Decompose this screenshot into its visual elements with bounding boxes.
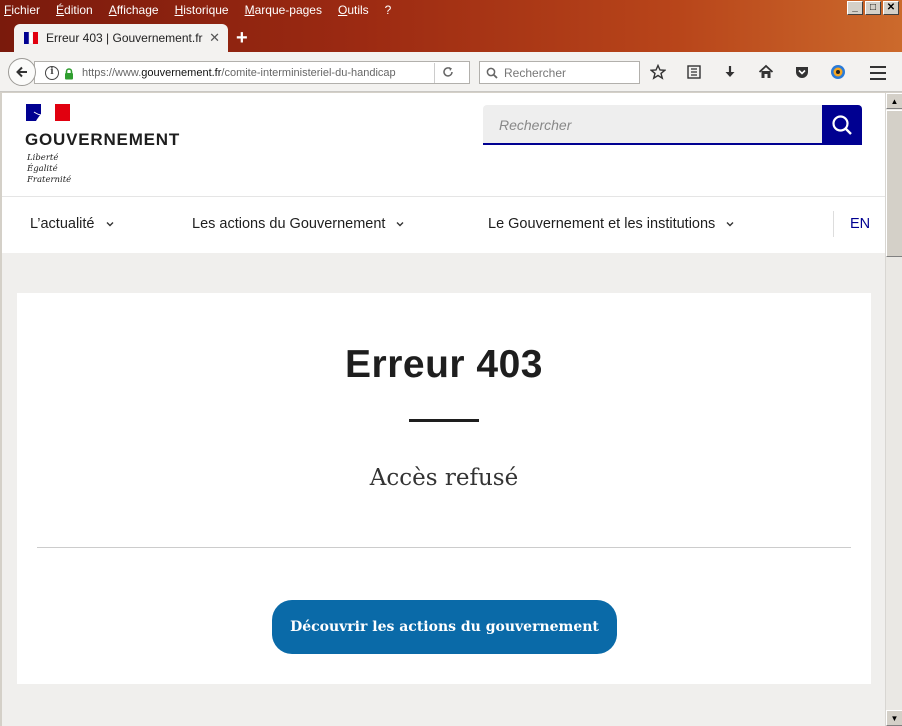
lock-icon	[64, 67, 74, 79]
menu-aide[interactable]: ?	[385, 2, 392, 18]
site-search-button[interactable]	[822, 105, 862, 145]
reload-icon[interactable]	[435, 65, 461, 81]
home-icon[interactable]	[758, 64, 774, 80]
scroll-down-icon[interactable]: ▼	[886, 710, 902, 726]
browser-search-bar[interactable]: Rechercher	[479, 61, 640, 84]
menu-marque-pages[interactable]: Marque-pages	[245, 2, 322, 18]
navigation-toolbar: i https://www.gouvernement.fr/comite-int…	[0, 52, 902, 92]
menu-fichier[interactable]: Fichier	[4, 2, 40, 18]
motto-liberte: Liberté	[27, 153, 59, 163]
browser-tab[interactable]: Erreur 403 | Gouvernement.fr ✕	[14, 24, 228, 52]
menu-historique[interactable]: Historique	[175, 2, 229, 18]
site-nav: L’actualité Les actions du Gouvernement …	[2, 196, 885, 253]
close-window-button[interactable]: ✕	[883, 1, 899, 15]
language-switch-en[interactable]: EN	[850, 216, 870, 232]
menu-hamburger-icon[interactable]	[870, 66, 886, 84]
error-card: Erreur 403 Accès refusé Découvrir les ac…	[17, 293, 871, 684]
scrollbar-thumb[interactable]	[886, 110, 902, 257]
nav-actualite[interactable]: L’actualité	[30, 216, 115, 232]
scroll-up-icon[interactable]: ▲	[886, 93, 902, 109]
chevron-down-icon	[726, 222, 734, 227]
magnifier-icon	[486, 67, 498, 79]
tab-close-icon[interactable]: ✕	[209, 30, 220, 46]
motto-egalite: Égalité	[27, 164, 58, 174]
card-divider	[37, 547, 851, 548]
nav-separator	[833, 211, 834, 237]
chevron-down-icon	[106, 222, 113, 227]
page-viewport: GOUVERNEMENT Liberté Égalité Fraternité …	[2, 93, 885, 726]
site-search: Rechercher	[483, 105, 862, 145]
error-title: Erreur 403	[345, 343, 543, 386]
url-bar[interactable]: i https://www.gouvernement.fr/comite-int…	[34, 61, 470, 84]
motto-fraternite: Fraternité	[27, 175, 72, 185]
minimize-button[interactable]: _	[847, 1, 863, 15]
marianne-logo-icon[interactable]	[26, 104, 70, 121]
chevron-down-icon	[396, 222, 404, 227]
extension-icon[interactable]	[830, 64, 846, 80]
site-brand[interactable]: GOUVERNEMENT	[25, 130, 180, 150]
discover-actions-button[interactable]: Découvrir les actions du gouvernement	[272, 600, 617, 654]
site-header: GOUVERNEMENT Liberté Égalité Fraternité …	[2, 93, 885, 196]
title-rule	[409, 419, 479, 422]
maximize-button[interactable]: □	[865, 1, 881, 15]
menu-edition[interactable]: Édition	[56, 2, 93, 18]
back-arrow-icon	[16, 66, 27, 78]
search-icon	[832, 115, 852, 135]
download-icon[interactable]	[722, 64, 738, 80]
error-subtitle: Accès refusé	[369, 465, 519, 491]
nav-actions[interactable]: Les actions du Gouvernement	[192, 216, 405, 232]
pocket-icon[interactable]	[794, 64, 810, 80]
menu-bar: Fichier Édition Affichage Historique Mar…	[4, 2, 407, 18]
nav-institutions-label: Le Gouvernement et les institutions	[488, 216, 716, 232]
window-titlebar: Fichier Édition Affichage Historique Mar…	[0, 0, 902, 52]
bookmark-star-icon[interactable]	[649, 63, 667, 80]
back-button[interactable]	[8, 58, 36, 86]
window-controls: _ □ ✕	[845, 1, 899, 15]
menu-affichage[interactable]: Affichage	[109, 2, 159, 18]
new-tab-button[interactable]: +	[236, 27, 248, 50]
nav-actualite-label: L’actualité	[30, 216, 95, 232]
reading-list-icon[interactable]	[686, 64, 702, 80]
favicon-icon	[24, 31, 38, 45]
tab-title: Erreur 403 | Gouvernement.fr	[46, 31, 203, 45]
nav-institutions[interactable]: Le Gouvernement et les institutions	[488, 216, 735, 232]
site-search-input[interactable]: Rechercher	[483, 105, 822, 145]
menu-outils[interactable]: Outils	[338, 2, 369, 18]
toolbar-icons	[649, 63, 866, 80]
url-text[interactable]: https://www.gouvernement.fr/comite-inter…	[82, 67, 432, 79]
site-info-icon[interactable]: i	[45, 65, 59, 80]
vertical-scrollbar[interactable]: ▲ ▼	[885, 93, 902, 726]
nav-actions-label: Les actions du Gouvernement	[192, 216, 386, 232]
browser-search-placeholder: Rechercher	[504, 65, 567, 80]
republic-motto: Liberté Égalité Fraternité	[27, 153, 71, 186]
